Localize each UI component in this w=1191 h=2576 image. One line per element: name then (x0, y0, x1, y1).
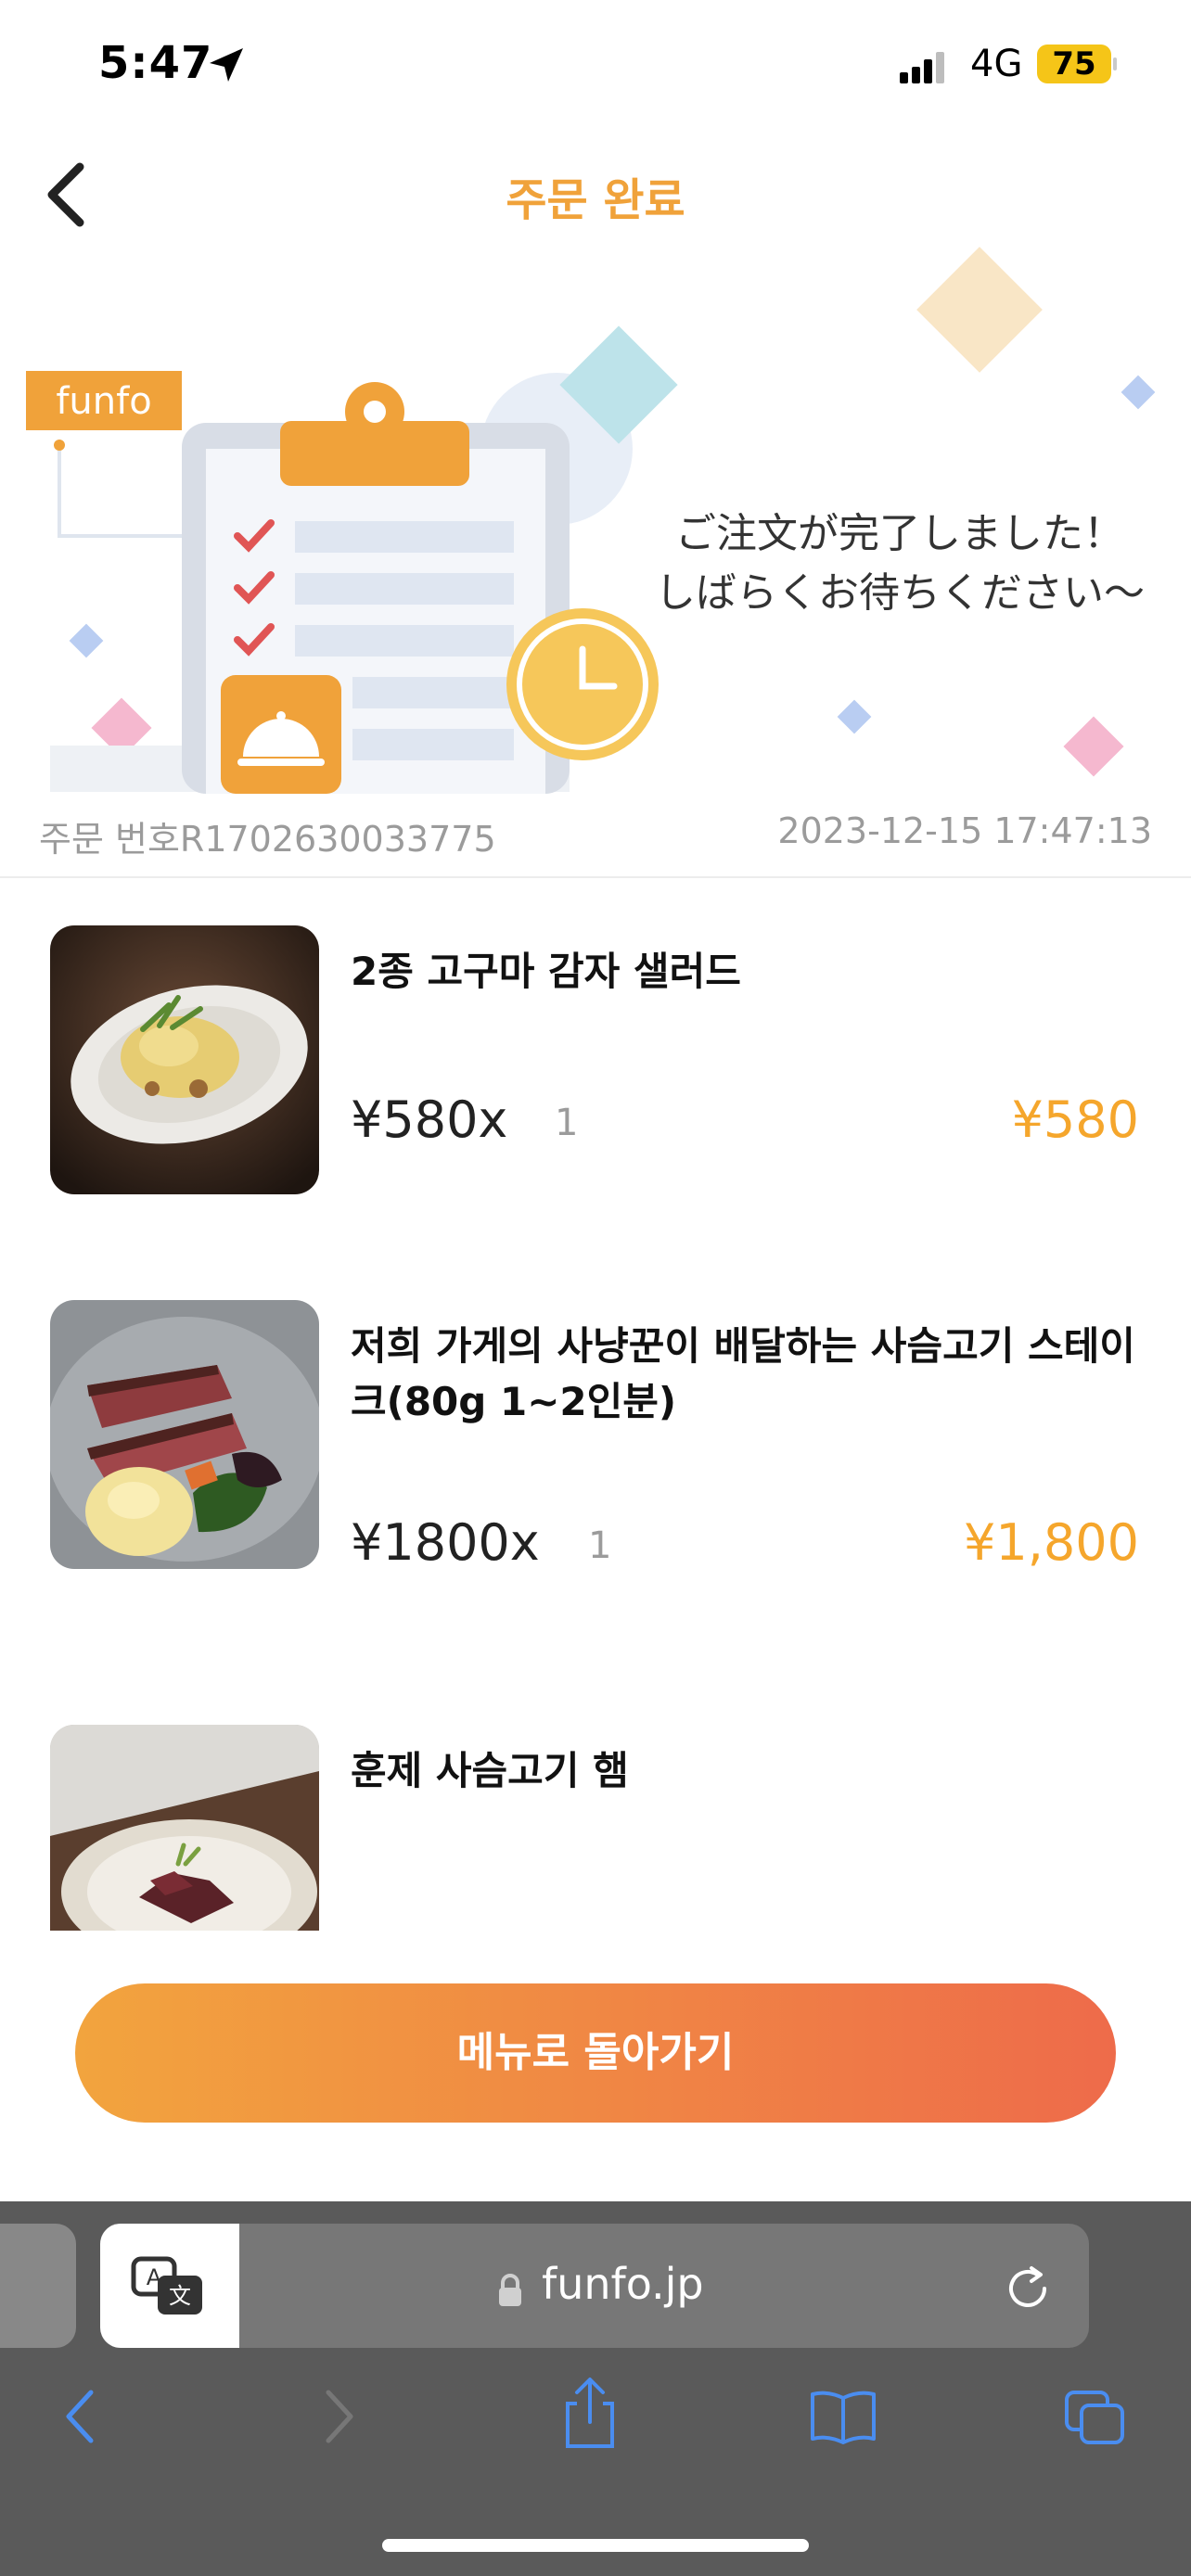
reload-icon[interactable] (1004, 2263, 1054, 2313)
translate-button[interactable]: A 文 (100, 2224, 239, 2348)
divider (0, 876, 1191, 878)
url-text: funfo.jp (542, 2259, 704, 2309)
smoked-venison-ham-photo (50, 1725, 319, 1931)
back-to-menu-button[interactable]: 메뉴로 돌아가기 (75, 1983, 1116, 2123)
item-name: 훈제 사슴고기 햄 (351, 1748, 629, 1793)
item-name: 저희 가게의 사냥꾼이 배달하는 사슴고기 스테이크(80g 1~2인분) (351, 1323, 1135, 1424)
status-time: 5:47 (98, 37, 213, 89)
order-complete-message: ご注文が完了しました！ しばらくお待ちください〜 (612, 504, 1187, 623)
lock-icon (499, 2274, 521, 2306)
tabs-icon[interactable] (1063, 2389, 1128, 2448)
svg-text:文: 文 (169, 2283, 191, 2309)
venison-steak-photo (50, 1300, 319, 1569)
salad-dish-photo (50, 925, 319, 1194)
message-line-1: ご注文が完了しました！ (675, 510, 1124, 557)
cellular-signal-icon (900, 50, 955, 83)
translate-icon: A 文 (131, 2256, 202, 2315)
item-unit-price: ¥580x (351, 1090, 508, 1149)
location-arrow-icon (210, 48, 243, 82)
previous-tab-preview[interactable] (0, 2224, 76, 2348)
item-name: 2종 고구마 감자 샐러드 (351, 949, 741, 994)
item-unit-price: ¥1800x (351, 1513, 540, 1572)
share-icon[interactable] (560, 2376, 620, 2452)
brand-tag: funfo (56, 380, 151, 423)
order-datetime: 2023-12-15 17:47:13 (777, 810, 1152, 851)
order-number: 주문 번호R1702630033775 (39, 819, 496, 860)
order-items-list[interactable]: 2종 고구마 감자 샐러드 ¥580x 1 ¥580 저희 가게의 사냥꾼이 배… (0, 879, 1191, 1931)
page-title: 주문 완료 (506, 174, 685, 226)
item-total: ¥1,800 (964, 1513, 1139, 1572)
browser-back-icon[interactable] (59, 2385, 100, 2448)
list-item: 2종 고구마 감자 샐러드 ¥580x 1 ¥580 (0, 925, 1191, 1241)
list-item: 훈제 사슴고기 햄 (0, 1725, 1191, 1931)
home-indicator (382, 2539, 809, 2552)
item-quantity: 1 (555, 1102, 579, 1144)
bookmarks-icon[interactable] (809, 2389, 877, 2444)
browser-forward-icon[interactable] (319, 2385, 360, 2448)
message-line-2: しばらくお待ちください〜 (655, 569, 1145, 617)
item-quantity: 1 (588, 1524, 612, 1567)
item-total: ¥580 (1011, 1090, 1139, 1149)
battery-icon (1113, 57, 1117, 70)
battery-level: 75 (1037, 45, 1111, 83)
network-type: 4G (970, 43, 1023, 85)
list-item: 저희 가게의 사냥꾼이 배달하는 사슴고기 스테이크(80g 1~2인분) ¥1… (0, 1300, 1191, 1671)
